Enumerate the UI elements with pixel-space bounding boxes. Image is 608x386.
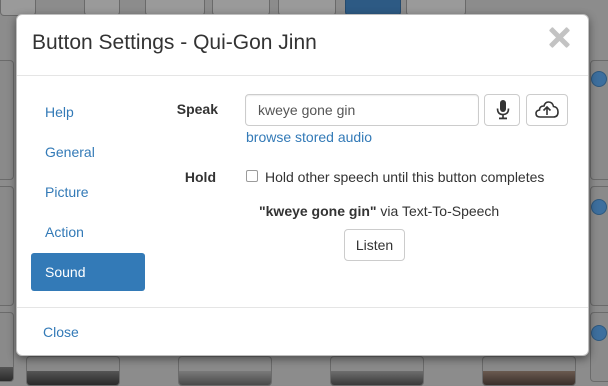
bg-tile (0, 186, 14, 306)
listen-button[interactable]: Listen (344, 229, 405, 261)
cloud-upload-icon (535, 101, 559, 118)
nav-item-action[interactable]: Action (31, 213, 145, 251)
speak-input[interactable] (245, 94, 479, 126)
browse-stored-audio-link[interactable]: browse stored audio (246, 129, 372, 145)
hold-checkbox[interactable] (246, 170, 258, 182)
bg-tile (178, 356, 272, 386)
dialog-title: Button Settings - Qui-Gon Jinn (32, 31, 317, 54)
nav-item-picture[interactable]: Picture (31, 173, 145, 211)
button-settings-dialog: Button Settings - Qui-Gon Jinn Help Gene… (16, 14, 589, 356)
bg-picture (483, 371, 575, 385)
bg-badge (591, 71, 607, 87)
bg-badge (591, 325, 607, 341)
bg-picture (331, 371, 423, 385)
settings-nav: Help General Picture Action Sound (31, 93, 145, 293)
tts-suffix: via Text-To-Speech (376, 203, 500, 219)
bg-badge (591, 199, 607, 215)
bg-tile (590, 60, 608, 180)
close-icon[interactable] (546, 24, 572, 50)
dialog-footer: Close (17, 307, 588, 357)
tts-phrase: "kweye gone gin" (259, 203, 377, 219)
bg-tile (590, 186, 608, 306)
upload-audio-button[interactable] (526, 94, 568, 126)
nav-item-help[interactable]: Help (31, 93, 145, 131)
hold-label: Hold (184, 169, 216, 185)
nav-item-sound[interactable]: Sound (31, 253, 145, 291)
bg-tile (0, 312, 14, 382)
dialog-header: Button Settings - Qui-Gon Jinn (17, 15, 588, 76)
bg-tile (330, 356, 424, 386)
hold-checkbox-label[interactable]: Hold other speech until this button comp… (265, 169, 544, 185)
close-link[interactable]: Close (43, 324, 79, 340)
bg-tile (590, 312, 608, 382)
bg-picture (27, 371, 119, 385)
nav-item-general[interactable]: General (31, 133, 145, 171)
speak-label: Speak (176, 101, 218, 117)
bg-tile (482, 356, 576, 386)
record-button[interactable] (484, 94, 520, 126)
bg-tile (0, 60, 14, 180)
bg-tile (26, 356, 120, 386)
bg-picture (179, 371, 271, 385)
tts-preview: "kweye gone gin" via Text-To-Speech (259, 203, 499, 219)
microphone-icon (496, 100, 510, 120)
